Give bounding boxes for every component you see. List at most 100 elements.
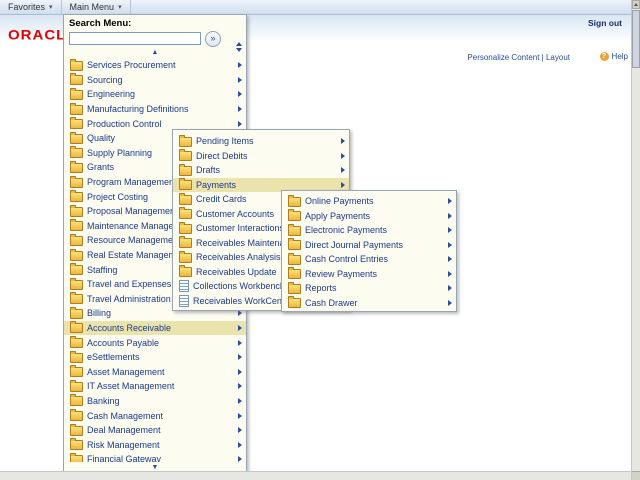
submenu-arrow-icon xyxy=(448,198,452,204)
menu-item[interactable]: Banking xyxy=(64,394,246,409)
menu-item-label: Production Control xyxy=(87,119,234,129)
search-go-button[interactable]: » xyxy=(205,31,221,47)
menu-item[interactable]: Electronic Payments xyxy=(282,223,456,238)
menu-item[interactable]: Accounts Receivable xyxy=(64,321,246,336)
folder-icon xyxy=(288,197,301,207)
menu-item[interactable]: Asset Management xyxy=(64,364,246,379)
folder-icon xyxy=(179,209,192,219)
menu-item[interactable]: Cash Drawer xyxy=(282,296,456,311)
menu-item[interactable]: Cash Management xyxy=(64,408,246,423)
menu-item-label: Services Procurement xyxy=(87,60,234,70)
menu-item[interactable]: Review Payments xyxy=(282,267,456,282)
submenu-arrow-icon xyxy=(238,325,242,331)
menu-item-label: Cash Control Entries xyxy=(305,254,444,264)
folder-icon xyxy=(70,367,83,377)
menubar: Favorites ▾ Main Menu ▾ xyxy=(0,0,640,15)
menu-item[interactable]: Services Procurement xyxy=(64,58,246,73)
menu-item[interactable]: Reports xyxy=(282,281,456,296)
submenu-arrow-icon xyxy=(238,106,242,112)
menu-item[interactable]: Risk Management xyxy=(64,437,246,452)
search-input[interactable] xyxy=(69,32,201,45)
menu-scroll-up[interactable]: ▲ xyxy=(64,47,246,58)
menu-item[interactable]: IT Asset Management xyxy=(64,379,246,394)
sign-out-link[interactable]: Sign out xyxy=(580,18,624,28)
menu-item[interactable]: eSettlements xyxy=(64,350,246,365)
menu-item-label: Review Payments xyxy=(305,269,444,279)
folder-icon xyxy=(70,192,83,202)
scroll-down-icon: ▼ xyxy=(152,464,159,471)
scrollbar-up-button[interactable] xyxy=(632,0,640,9)
menu-item-label: Accounts Receivable xyxy=(87,323,234,333)
folder-icon xyxy=(70,251,83,261)
folder-icon xyxy=(70,265,83,275)
menu-item[interactable]: Apply Payments xyxy=(282,209,456,224)
folder-icon xyxy=(179,253,192,263)
folder-icon xyxy=(70,61,83,71)
menu-mini-scroll[interactable] xyxy=(234,42,243,52)
menu-item[interactable]: Direct Debits xyxy=(173,149,349,164)
menu-item[interactable]: Engineering xyxy=(64,87,246,102)
scrollbar-up-icon xyxy=(634,3,638,6)
submenu-arrow-icon xyxy=(448,300,452,306)
menu-item[interactable]: Manufacturing Definitions xyxy=(64,102,246,117)
folder-icon xyxy=(70,236,83,246)
help-link[interactable]: ? Help xyxy=(600,52,628,61)
folder-icon xyxy=(70,353,83,363)
folder-icon xyxy=(179,224,192,234)
menu-item[interactable]: Pending Items xyxy=(173,134,349,149)
submenu-arrow-icon xyxy=(238,383,242,389)
folder-icon xyxy=(288,269,301,279)
menu-item[interactable]: Online Payments xyxy=(282,194,456,209)
main-menu-button[interactable]: Main Menu ▾ xyxy=(62,0,131,14)
favorites-menu-button[interactable]: Favorites ▾ xyxy=(0,0,62,14)
folder-icon xyxy=(70,134,83,144)
help-label: Help xyxy=(612,52,628,61)
folder-icon xyxy=(70,221,83,231)
folder-icon xyxy=(70,75,83,85)
scrollbar-corner xyxy=(632,472,640,480)
folder-icon xyxy=(70,119,83,129)
folder-icon xyxy=(179,267,192,277)
header-links: Sign out xyxy=(512,18,624,28)
folder-icon xyxy=(70,426,83,436)
submenu-arrow-icon xyxy=(341,182,345,188)
horizontal-scrollbar[interactable] xyxy=(0,471,632,480)
submenu-arrow-icon xyxy=(341,167,345,173)
menu-item[interactable]: Sourcing xyxy=(64,73,246,88)
folder-icon xyxy=(70,280,83,290)
submenu-arrow-icon xyxy=(238,340,242,346)
folder-icon xyxy=(70,90,83,100)
menu-item-label: Asset Management xyxy=(87,367,234,377)
mini-scroll-up-icon xyxy=(236,42,242,46)
folder-icon xyxy=(288,240,301,250)
menu-item-label: Banking xyxy=(87,396,234,406)
folder-icon xyxy=(288,255,301,265)
submenu-arrow-icon xyxy=(238,310,242,316)
menu-item-label: Sourcing xyxy=(87,75,234,85)
vertical-scrollbar[interactable] xyxy=(631,0,640,480)
menu-item[interactable]: Deal Management xyxy=(64,423,246,438)
folder-icon xyxy=(288,298,301,308)
submenu-arrow-icon xyxy=(238,442,242,448)
menu-item-label: IT Asset Management xyxy=(87,381,234,391)
payments-submenu: Online Payments Apply Payments Electroni… xyxy=(281,190,457,312)
chevron-down-icon: ▾ xyxy=(49,3,53,11)
menu-item[interactable]: Direct Journal Payments xyxy=(282,238,456,253)
submenu-arrow-icon xyxy=(238,62,242,68)
menu-item[interactable]: Cash Control Entries xyxy=(282,252,456,267)
submenu-arrow-icon xyxy=(448,271,452,277)
folder-icon xyxy=(70,396,83,406)
folder-icon xyxy=(70,309,83,319)
menu-item[interactable]: Accounts Payable xyxy=(64,335,246,350)
folder-icon xyxy=(179,151,192,161)
submenu-arrow-icon xyxy=(238,354,242,360)
menu-item-label: Manufacturing Definitions xyxy=(87,104,234,114)
folder-icon xyxy=(70,338,83,348)
submenu-arrow-icon xyxy=(238,121,242,127)
menu-item-label: Apply Payments xyxy=(305,211,444,221)
menu-item-label: Engineering xyxy=(87,89,234,99)
menu-item[interactable]: Drafts xyxy=(173,163,349,178)
folder-icon xyxy=(70,382,83,392)
vertical-scrollbar-thumb[interactable] xyxy=(632,10,640,68)
personalize-content-link[interactable]: Personalize Content | Layout xyxy=(467,53,570,62)
